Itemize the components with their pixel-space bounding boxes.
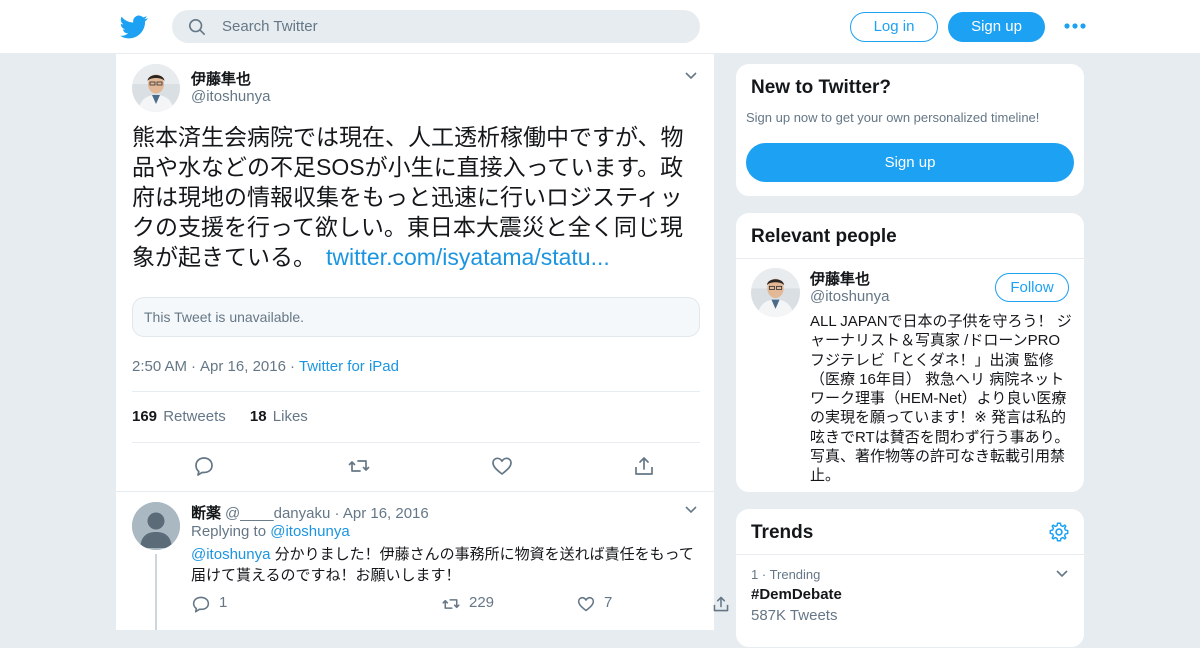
person-photo-icon [132,64,180,112]
tweet-date[interactable]: Apr 16, 2016 [200,358,286,375]
trend-meta: 1 · Trending [751,567,821,582]
reply-author-name[interactable]: 断薬 [191,505,221,522]
chevron-down-icon[interactable] [1055,569,1069,579]
replying-to: Replying to @itoshunya [191,523,350,540]
trends-title: Trends [751,522,814,543]
retweets-stat[interactable]: 169 Retweets [132,408,226,425]
person-name[interactable]: 伊藤隼也 [810,268,870,289]
tweet-column: 伊藤隼也 @itoshunya 熊本済生会病院では現在、人工透析稼働中ですが、物… [115,54,729,630]
tweet-link[interactable]: twitter.com/isyatama/statu... [326,244,610,270]
search-icon [188,18,206,36]
reply-date[interactable]: Apr 16, 2016 [343,505,429,522]
reply-share-action[interactable] [711,594,733,614]
author-handle[interactable]: @itoshunya [191,88,270,105]
twitter-bird-logo-icon[interactable] [120,13,148,41]
search-input[interactable] [222,10,682,43]
person-avatar[interactable] [751,268,800,317]
tweet-time[interactable]: 2:50 AM [132,358,187,375]
gear-icon[interactable] [1048,521,1070,543]
sidebar-signup-button[interactable]: Sign up [746,143,1074,182]
person-bio: ALL JAPANで日本の子供を守ろう！ ジャーナリスト＆写真家 /ドローンPR… [810,313,1072,485]
likes-stat[interactable]: 18 Likes [250,408,308,425]
author-avatar[interactable] [132,64,180,112]
divider [132,391,700,392]
heart-icon [577,596,595,612]
divider [116,491,715,492]
trend-name[interactable]: #DemDebate [751,586,842,603]
share-icon [713,596,729,612]
new-to-twitter-card: New to Twitter? Sign up now to get your … [735,63,1085,197]
thread-line [155,554,157,630]
more-options-icon[interactable] [1062,18,1088,34]
person-photo-icon [751,268,800,317]
signup-button[interactable]: Sign up [948,12,1045,42]
divider [736,258,1084,259]
tweet-text: 熊本済生会病院では現在、人工透析稼働中ですが、物品や水などの不足SOSが小生に直… [132,122,702,272]
new-to-twitter-title: New to Twitter? [751,77,892,98]
mention-link[interactable]: @itoshunya [191,546,270,563]
tweet-stats: 169 Retweets 18 Likes [132,408,308,425]
reply-icon [192,596,210,613]
heart-icon[interactable] [490,454,514,478]
divider [132,442,700,443]
trends-card: Trends 1 · Trending #DemDebate 587K Twee… [735,508,1085,648]
replying-to-link[interactable]: @itoshunya [270,523,349,540]
reply-icon[interactable] [192,454,216,478]
chevron-down-icon[interactable] [684,505,698,515]
relevant-people-title: Relevant people [751,226,897,247]
follow-button[interactable]: Follow [995,273,1069,302]
login-button[interactable]: Log in [850,12,938,42]
author-name[interactable]: 伊藤隼也 [191,68,251,89]
tweet-source-link[interactable]: Twitter for iPad [299,358,399,375]
relevant-people-card: Relevant people 伊藤隼也 @itoshunya Follow A… [735,212,1085,493]
reply-header: 断薬 @____danyaku · Apr 16, 2016 [191,505,429,522]
default-avatar-icon [132,502,180,550]
retweet-icon [442,599,460,609]
new-to-twitter-subtitle: Sign up now to get your own personalized… [746,110,1040,125]
chevron-down-icon[interactable] [684,71,698,81]
reply-avatar[interactable] [132,502,180,550]
person-handle[interactable]: @itoshunya [810,288,889,305]
share-icon[interactable] [632,454,656,478]
search-box[interactable] [172,10,700,43]
reply-text: @itoshunya 分かりました！伊藤さんの事務所に物資を送れば責任をもって届… [191,544,701,586]
retweet-icon[interactable] [347,454,371,478]
tweet-actions [132,454,700,484]
top-navigation-bar: Log in Sign up [0,0,1200,54]
tweet-metadata: 2:50 AM · Apr 16, 2016 · Twitter for iPad [132,358,399,375]
divider [736,554,1084,555]
reply-author-handle[interactable]: @____danyaku [225,505,330,522]
trend-count: 587K Tweets [751,607,838,624]
quoted-tweet-unavailable: This Tweet is unavailable. [132,297,700,337]
